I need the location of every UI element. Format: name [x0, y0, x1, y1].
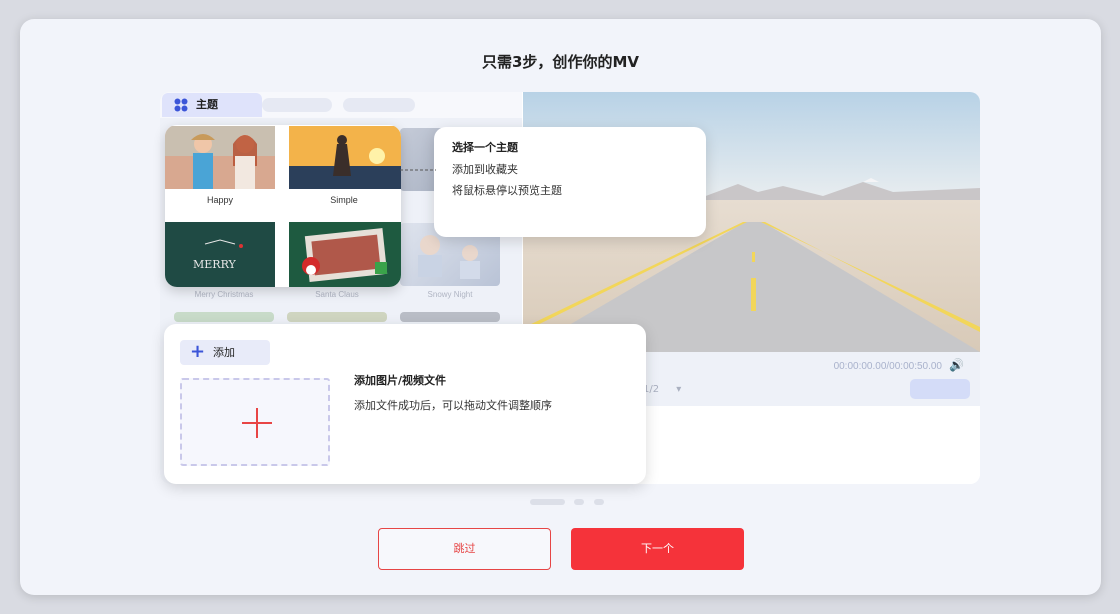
tab-placeholder-2[interactable] — [343, 98, 415, 112]
tab-theme-label: 主题 — [196, 98, 218, 111]
tooltip-title: 选择一个主题 — [452, 141, 518, 154]
tooltip-line-favorite: 添加到收藏夹 — [452, 163, 518, 176]
add-media-title: 添加图片/视频文件 — [354, 374, 447, 387]
add-button[interactable]: + 添加 — [180, 340, 270, 365]
theme-label-snowy-night: Snowy Night — [427, 290, 473, 299]
plus-icon: + — [190, 341, 206, 362]
santa-claus-thumbnail — [289, 222, 401, 287]
step-dot-3[interactable] — [594, 499, 604, 505]
playback-time: 00:00:00.00/00:00:50.00 — [833, 361, 942, 372]
theme-card-highlight: Happy Simple MERRY — [165, 125, 401, 287]
happy-thumbnail — [165, 126, 275, 189]
add-button-label: 添加 — [213, 346, 235, 359]
step-dot-2[interactable] — [574, 499, 584, 505]
add-media-plus-icon — [242, 408, 272, 438]
theme-thumb-happy[interactable] — [165, 126, 275, 189]
dialog-title: 只需3步，创作你的MV — [482, 53, 639, 71]
merry-christmas-thumbnail: MERRY — [165, 222, 275, 287]
theme-tooltip: 选择一个主题 添加到收藏夹 将鼠标悬停以预览主题 — [434, 127, 706, 237]
tab-theme[interactable]: 主题 — [162, 93, 262, 117]
theme-label-santa-claus: Santa Claus — [315, 290, 359, 299]
media-dropzone[interactable] — [180, 378, 330, 466]
theme-thumb-santa-claus[interactable] — [289, 222, 401, 287]
step-dot-active[interactable] — [530, 499, 565, 505]
theme-thumb-simple[interactable] — [289, 126, 401, 189]
theme-thumb-row3-2[interactable] — [287, 312, 387, 322]
skip-button[interactable]: 跳过 — [378, 528, 551, 570]
merry-text: MERRY — [193, 258, 237, 271]
theme-label-merry-christmas: Merry Christmas — [194, 290, 254, 299]
add-media-card: + 添加 添加图片/视频文件 添加文件成功后，可以拖动文件调整顺序 — [164, 324, 646, 484]
tooltip-line-hover: 将鼠标悬停以预览主题 — [452, 184, 562, 197]
theme-thumb-row3-1[interactable] — [174, 312, 274, 322]
tab-placeholder-1[interactable] — [262, 98, 332, 112]
tab-bar: 主题 — [160, 92, 522, 118]
theme-label-simple: Simple — [330, 195, 358, 205]
tooltip-connector — [400, 169, 436, 171]
onboarding-dialog: 只需3步，创作你的MV 主题 Snowy Night Merry Christm… — [20, 19, 1101, 595]
next-button[interactable]: 下一个 — [571, 528, 744, 570]
grid-icon — [174, 98, 188, 112]
chevron-down-icon[interactable]: ▾ — [676, 384, 681, 395]
page-indicator: 1/2 ▾ — [643, 384, 681, 395]
player-action-button[interactable] — [910, 379, 970, 399]
theme-thumb-row3-3[interactable] — [400, 312, 500, 322]
simple-thumbnail — [289, 126, 401, 189]
add-media-description: 添加文件成功后，可以拖动文件调整顺序 — [354, 399, 552, 412]
volume-icon[interactable]: 🔊 — [949, 358, 964, 372]
theme-thumb-merry-christmas[interactable]: MERRY — [165, 222, 275, 287]
theme-label-happy: Happy — [206, 195, 233, 205]
